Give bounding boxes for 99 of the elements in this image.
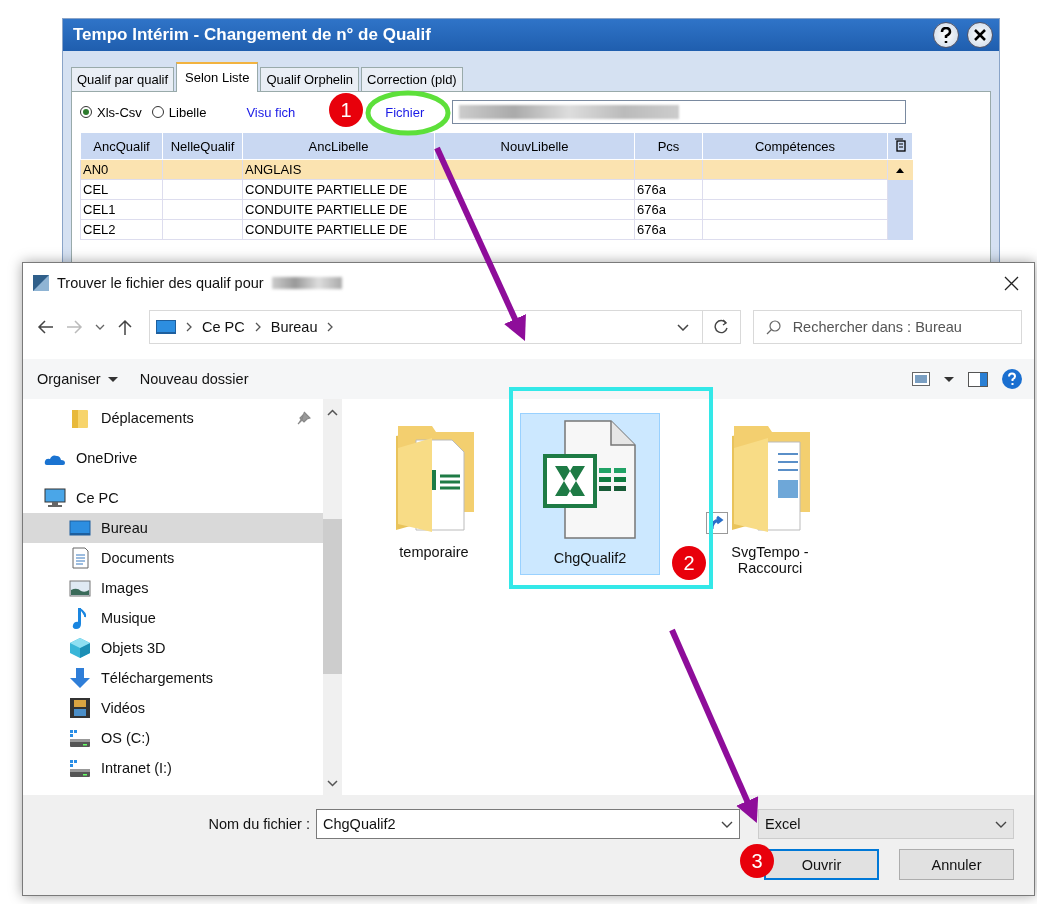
dialog-button[interactable]: Annuler bbox=[899, 849, 1014, 880]
help-icon[interactable] bbox=[1002, 369, 1022, 389]
down-arrow-icon bbox=[69, 667, 91, 689]
sidebar-item[interactable]: Documents bbox=[23, 543, 323, 573]
chevron-icon bbox=[186, 322, 192, 332]
table-cell: CONDUITE PARTIELLE DE bbox=[242, 219, 435, 240]
table-cell: CEL bbox=[80, 179, 163, 200]
chevron-down-icon bbox=[995, 820, 1007, 828]
drive-icon bbox=[69, 728, 91, 748]
column-header: NouvLibelle bbox=[434, 132, 635, 160]
forward-arrow-icon bbox=[66, 319, 83, 335]
pin-icon bbox=[297, 411, 311, 425]
tab[interactable]: Qualif par qualif bbox=[71, 67, 175, 91]
new-folder-button[interactable]: Nouveau dossier bbox=[139, 371, 249, 387]
column-header: NelleQualif bbox=[162, 132, 243, 160]
table-cell: CONDUITE PARTIELLE DE bbox=[242, 199, 435, 220]
sidebar-item[interactable]: Bureau bbox=[23, 513, 323, 543]
spreadsheet-file-icon bbox=[543, 420, 637, 540]
chevron-down-icon[interactable] bbox=[677, 323, 690, 331]
column-header: Compétences bbox=[702, 132, 888, 160]
scroll-up-icon[interactable] bbox=[895, 166, 906, 175]
chevron-up-icon[interactable] bbox=[327, 409, 338, 416]
picture-icon bbox=[69, 579, 91, 597]
table-cell: CONDUITE PARTIELLE DE bbox=[242, 179, 435, 200]
chevron-down-icon[interactable] bbox=[327, 780, 338, 787]
scrollbar[interactable] bbox=[323, 399, 342, 795]
breadcrumb-item[interactable]: Ce PC bbox=[202, 319, 245, 335]
refresh-icon[interactable] bbox=[713, 319, 729, 335]
table-cell: CEL2 bbox=[80, 219, 163, 240]
window-title: Tempo Intérim - Changement de n° de Qualif bbox=[73, 25, 432, 45]
caret-icon[interactable] bbox=[944, 376, 954, 382]
music-note-icon bbox=[72, 607, 88, 629]
film-icon bbox=[69, 697, 91, 719]
sidebar-item[interactable]: Objets 3D bbox=[23, 633, 323, 663]
sidebar-item[interactable]: OneDrive bbox=[23, 443, 323, 473]
chevron-icon bbox=[254, 322, 261, 332]
cube-icon bbox=[69, 637, 91, 659]
window-icon bbox=[33, 275, 49, 291]
link[interactable]: Visu fich bbox=[246, 104, 296, 120]
sidebar-item[interactable]: Téléchargements bbox=[23, 663, 323, 693]
organize-menu[interactable]: Organiser bbox=[37, 371, 118, 387]
breadcrumb-item[interactable]: Bureau bbox=[270, 319, 318, 335]
close-button[interactable] bbox=[967, 22, 993, 48]
monitor-icon bbox=[69, 520, 91, 536]
folder-icon bbox=[71, 407, 89, 429]
caret-icon bbox=[107, 376, 118, 382]
back-arrow-icon bbox=[37, 319, 54, 335]
chevron-down-icon bbox=[721, 820, 733, 828]
copy-icon[interactable] bbox=[894, 137, 906, 152]
blurred-text bbox=[271, 277, 342, 289]
table-cell: 676a bbox=[634, 179, 703, 200]
sidebar-item[interactable]: Images bbox=[23, 573, 323, 603]
file-name-field[interactable]: ChgQualif2 bbox=[316, 809, 740, 839]
file-item[interactable]: ChgQualif2 bbox=[520, 413, 660, 575]
close-icon bbox=[973, 28, 987, 42]
dialog-title: Trouver le fichier des qualif pour bbox=[57, 275, 264, 291]
sidebar-item[interactable]: Musique bbox=[23, 603, 323, 633]
chevron-icon bbox=[327, 322, 334, 332]
file-item[interactable]: temporaire bbox=[374, 413, 494, 569]
view-icon[interactable] bbox=[912, 372, 930, 386]
radio-label: Xls-Csv bbox=[97, 104, 142, 120]
document-icon bbox=[70, 547, 90, 569]
sidebar-item[interactable]: OS (C:) bbox=[23, 723, 323, 753]
radio-label: Libelle bbox=[168, 104, 207, 120]
tab[interactable]: Correction (pld) bbox=[361, 67, 463, 91]
sidebar-item[interactable]: Ce PC bbox=[23, 483, 323, 513]
tab[interactable]: Qualif Orphelin bbox=[260, 67, 360, 91]
dialog-button[interactable]: Ouvrir bbox=[764, 849, 879, 880]
file-item[interactable]: SvgTempo - Raccourci bbox=[710, 413, 830, 585]
monitor-icon bbox=[156, 319, 176, 335]
search-icon bbox=[765, 319, 781, 335]
back-arrow-button[interactable] bbox=[37, 319, 54, 335]
link[interactable]: Fichier bbox=[385, 104, 425, 120]
file-type-dropdown[interactable]: Excel bbox=[758, 809, 1014, 839]
table-cell: CEL1 bbox=[80, 199, 163, 220]
tab[interactable]: Selon Liste bbox=[176, 62, 259, 92]
table-cell: 676a bbox=[634, 199, 703, 220]
sidebar-item[interactable]: Intranet (I:) bbox=[23, 753, 323, 783]
up-arrow-icon bbox=[117, 318, 133, 336]
close-icon bbox=[1003, 275, 1019, 291]
preview-pane-icon[interactable] bbox=[968, 371, 988, 387]
monitor-icon bbox=[44, 488, 66, 508]
sidebar-item[interactable]: Vidéos bbox=[23, 693, 323, 723]
column-header: AncQualif bbox=[80, 132, 163, 160]
drive-icon bbox=[69, 758, 91, 778]
file-path-field[interactable] bbox=[452, 100, 907, 124]
field-label: Nom du fichier : bbox=[208, 816, 310, 832]
caret-button[interactable] bbox=[95, 324, 105, 330]
scrollbar-thumb[interactable] bbox=[323, 519, 342, 674]
table-cell: AN0 bbox=[80, 159, 163, 180]
up-arrow-button[interactable] bbox=[117, 318, 133, 336]
caret-icon bbox=[95, 324, 105, 330]
column-header: AncLibelle bbox=[242, 132, 435, 160]
address-bar[interactable]: Ce PC Bureau bbox=[149, 310, 704, 344]
help-button[interactable] bbox=[933, 22, 959, 48]
table-cell: 676a bbox=[634, 219, 703, 240]
sidebar-item[interactable]: Déplacements bbox=[23, 403, 323, 433]
search-field[interactable]: Rechercher dans : Bureau bbox=[752, 310, 1022, 344]
column-header: Pcs bbox=[634, 132, 703, 160]
